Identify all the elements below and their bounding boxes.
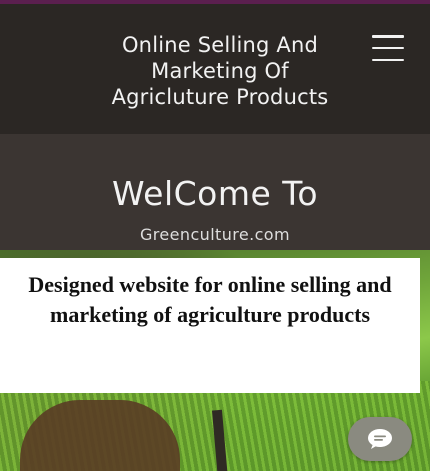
brand-line-2: Marketing Of [151,59,289,83]
chat-bubble-icon [368,429,392,449]
site-header: Online Selling And Marketing Of Agriclut… [0,4,430,134]
caption-text: Designed website for online selling and … [28,272,392,327]
hamburger-menu-icon[interactable] [372,35,404,61]
chat-button[interactable] [348,417,412,461]
caption-box: Designed website for online selling and … [0,258,420,393]
page: Online Selling And Marketing Of Agriclut… [0,0,430,471]
brand-line-3: Agricluture Products [111,85,329,109]
site-name: Greenculture.com [140,225,290,244]
brand-title[interactable]: Online Selling And Marketing Of Agriclut… [100,32,340,110]
brand-line-1: Online Selling And [121,33,319,57]
welcome-heading: WelCome To [111,174,319,213]
hamburger-line [372,46,404,50]
hero-section: WelCome To Greenculture.com [0,134,430,264]
hamburger-line [372,58,404,61]
hamburger-line [372,35,404,38]
